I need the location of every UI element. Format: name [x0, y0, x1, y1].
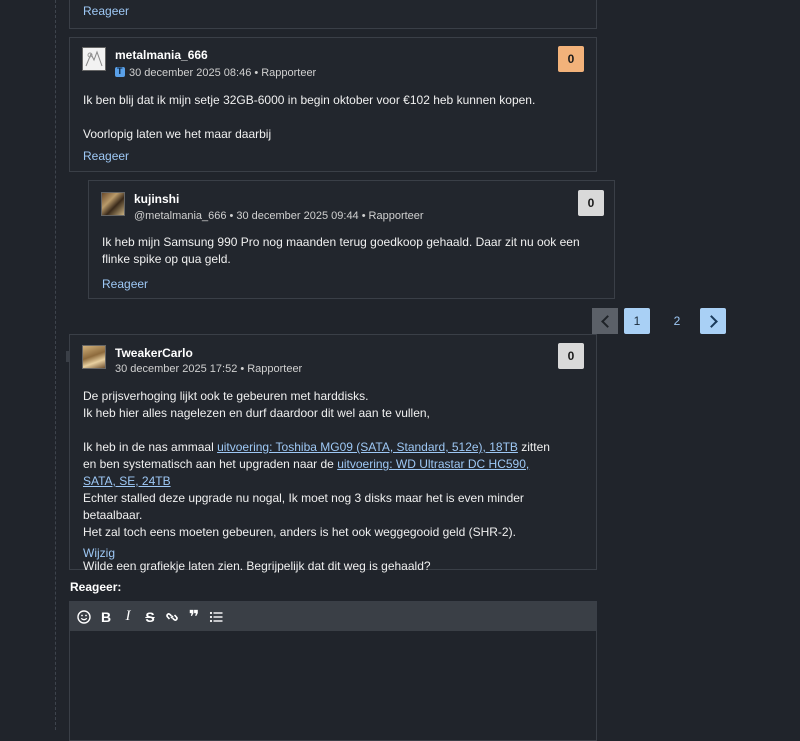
username[interactable]: kujinshi — [134, 192, 179, 206]
score-badge[interactable]: 0 — [558, 46, 584, 72]
chevron-right-icon — [704, 314, 718, 328]
page-2-button[interactable]: 2 — [664, 308, 690, 334]
reply-comment-card: kujinshi @metalmania_666 • 30 december 202… — [88, 180, 615, 299]
comment-line: De prijsverhoging lijkt ook te gebeuren … — [83, 389, 369, 403]
reply-textarea[interactable] — [70, 631, 596, 740]
comment-date: 30 december 2025 08:46 — [129, 67, 252, 79]
comment-line: Echter stalled deze upgrade nu nogal, Ik… — [83, 491, 524, 522]
bold-icon[interactable]: B — [98, 609, 114, 625]
comment-body: Ik ben blij dat ik mijn setje 32GB-6000 … — [83, 92, 583, 143]
comment-line: Ik heb hier alles nagelezen en durf daar… — [83, 406, 430, 420]
report-link[interactable]: Rapporteer — [369, 210, 424, 222]
score-badge[interactable]: 0 — [578, 190, 604, 216]
report-link[interactable]: Rapporteer — [261, 67, 316, 79]
reply-editor: B I S ❞ — [69, 601, 597, 741]
list-icon[interactable] — [208, 609, 224, 625]
italic-icon[interactable]: I — [120, 608, 136, 625]
score-badge[interactable]: 0 — [558, 343, 584, 369]
comment-date: 30 december 2025 09:44 — [236, 210, 359, 222]
emoji-icon[interactable] — [76, 609, 92, 625]
comment-body: Ik heb mijn Samsung 990 Pro nog maanden … — [102, 234, 607, 268]
avatar[interactable] — [82, 47, 106, 71]
report-link[interactable]: Rapporteer — [247, 363, 302, 375]
reply-link[interactable]: Reageer — [83, 4, 129, 18]
avatar[interactable] — [101, 192, 125, 216]
comment-meta: 30 december 2025 17:52 • Rapporteer — [115, 363, 303, 375]
comment-meta: 30 december 2025 08:46•Rapporteer — [115, 66, 316, 79]
previous-comment-card: Reageer — [69, 0, 597, 29]
mention[interactable]: @metalmania_666 — [134, 210, 227, 222]
comment-line: Wilde een grafiekje laten zien. Begrijpe… — [83, 559, 431, 573]
quote-icon[interactable]: ❞ — [186, 608, 202, 626]
link-icon[interactable] — [164, 609, 180, 625]
strikethrough-icon[interactable]: S — [142, 609, 158, 625]
reply-link[interactable]: Reageer — [83, 149, 129, 163]
comment-paragraph: Ik heb in de nas ammaal uitvoering: Tosh… — [83, 440, 550, 488]
comment-card: TweakerCarlo 30 december 2025 17:52 • Rapp… — [69, 334, 597, 573]
next-page-button[interactable] — [700, 308, 726, 334]
page-1-button[interactable]: 1 — [624, 308, 650, 334]
comment-date: 30 december 2025 17:52 — [115, 363, 238, 375]
product-link[interactable]: uitvoering: Toshiba MG09 (SATA, Standard… — [217, 440, 518, 454]
previous-page-button[interactable] — [592, 308, 618, 334]
chevron-left-icon — [600, 314, 614, 328]
comment-card: metalmania_666 30 december 2025 08:46•Ra… — [69, 37, 597, 172]
comment-meta: @metalmania_666 • 30 december 2025 09:44 • R… — [134, 210, 424, 222]
username[interactable]: TweakerCarlo — [115, 346, 193, 360]
comment-paragraph: Ik heb mijn Samsung 990 Pro nog maanden … — [102, 235, 580, 266]
comment-line: Het zal toch eens moeten gebeuren, ander… — [83, 525, 516, 539]
avatar[interactable] — [82, 345, 106, 369]
edit-link[interactable]: Wijzig — [83, 546, 115, 560]
username[interactable]: metalmania_666 — [115, 48, 208, 62]
tweakers-badge-icon — [115, 66, 125, 77]
comment-paragraph: Voorlopig laten we het maar daarbij — [83, 127, 272, 141]
comment-paragraph: Ik ben blij dat ik mijn setje 32GB-6000 … — [83, 93, 536, 107]
comment-body: De prijsverhoging lijkt ook te gebeuren … — [83, 388, 553, 575]
reply-link[interactable]: Reageer — [102, 277, 148, 291]
editor-toolbar: B I S ❞ — [70, 602, 596, 631]
thread-line — [55, 0, 56, 730]
reply-form-label: Reageer: — [70, 580, 122, 594]
